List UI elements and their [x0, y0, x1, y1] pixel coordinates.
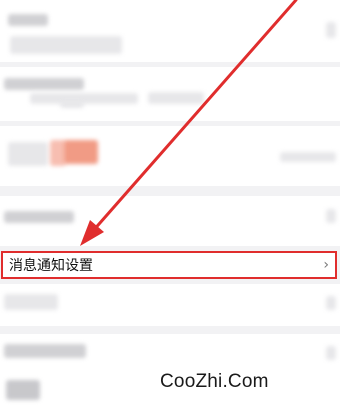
- blurred-row-value: [280, 152, 336, 162]
- blurred-row-title: [4, 294, 58, 310]
- blurred-row-text: [10, 36, 122, 54]
- blurred-row-title: [8, 14, 48, 26]
- settings-list: 消息通知设置 ›: [0, 0, 340, 411]
- message-notification-settings-label: 消息通知设置: [9, 258, 93, 274]
- settings-group: [0, 126, 340, 186]
- blurred-row-chevron: [326, 296, 336, 310]
- blurred-row-icon: [6, 380, 40, 400]
- settings-group: [0, 196, 340, 246]
- blurred-row-chevron: [326, 22, 336, 38]
- blurred-row-text: [8, 142, 48, 166]
- blurred-row-text: [30, 93, 138, 104]
- settings-group: [0, 284, 340, 326]
- blurred-row-title: [4, 78, 84, 90]
- blurred-row-title: [4, 211, 74, 223]
- message-notification-settings-row[interactable]: 消息通知设置 ›: [1, 251, 337, 279]
- chevron-right-icon: ›: [323, 257, 329, 273]
- blurred-badge: [64, 140, 98, 164]
- watermark-text: CooZhi.Com: [160, 371, 269, 392]
- blurred-row-title: [4, 344, 86, 358]
- settings-group: [0, 0, 340, 62]
- settings-group: [0, 67, 340, 121]
- blurred-row-chevron: [326, 346, 336, 360]
- blurred-row-text: [60, 102, 84, 108]
- blurred-row-chevron: [326, 209, 336, 223]
- blurred-row-text: [148, 92, 204, 104]
